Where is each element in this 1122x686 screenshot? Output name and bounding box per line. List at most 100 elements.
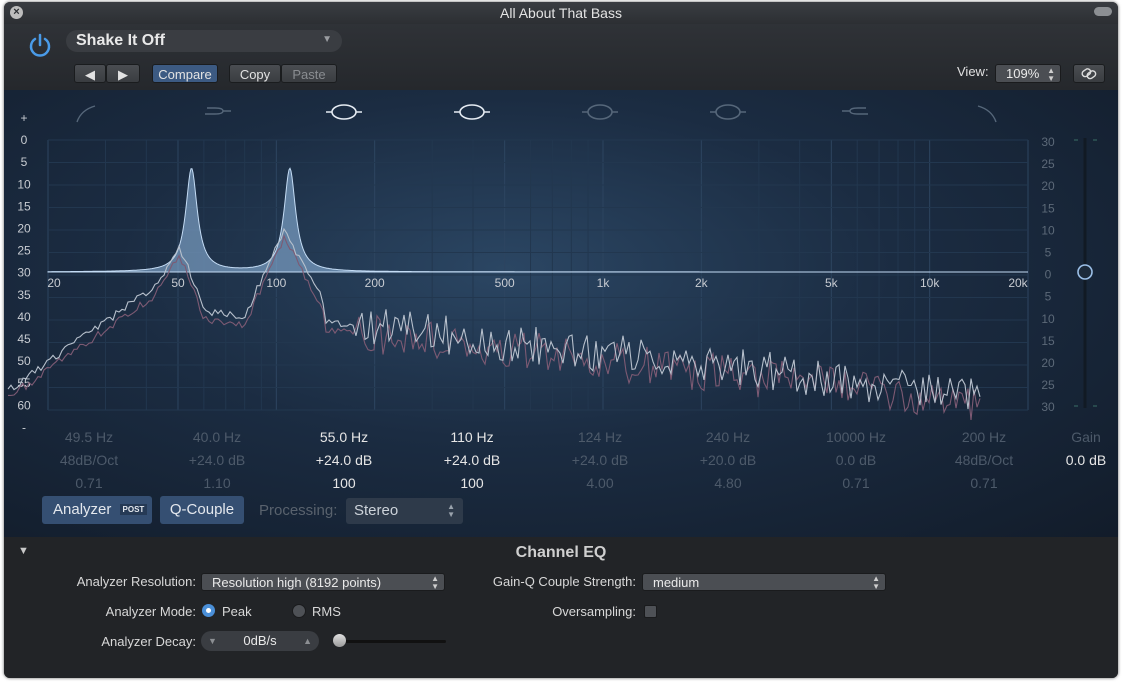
gain-scale-label: 25	[1041, 157, 1055, 171]
db-scale-label: -	[22, 420, 26, 434]
analyzer-resolution-select[interactable]: Resolution high (8192 points) ▲ ▼	[201, 573, 445, 591]
stepper-arrows-icon: ▲ ▼	[431, 574, 439, 591]
peak-label: Peak	[222, 604, 252, 619]
band-5-freq[interactable]: 124 Hz	[540, 426, 660, 449]
analyzer-decay-slider-thumb[interactable]	[333, 634, 346, 647]
analyzer-spectrum-pre	[8, 234, 981, 421]
db-scale-label: 0	[21, 133, 28, 147]
gain-q-couple-value: medium	[653, 575, 700, 590]
band-4-q[interactable]: 100	[412, 472, 532, 495]
frequency-label: 10k	[920, 276, 940, 290]
band-1-shape-icon	[76, 105, 96, 123]
title-bar[interactable]: × All About That Bass	[4, 2, 1118, 24]
band-2-freq[interactable]: 40.0 Hz	[157, 426, 277, 449]
frequency-label: 5k	[825, 276, 839, 290]
band-7-q[interactable]: 0.71	[796, 472, 916, 495]
band-3-params: 55.0 Hz +24.0 dB 100	[284, 426, 404, 495]
stepper-arrows-icon: ▲ ▼	[1047, 66, 1055, 83]
compare-button[interactable]: Compare	[152, 64, 218, 83]
next-preset-button[interactable]: ▶	[106, 64, 140, 83]
analyzer-spectrum-post	[7, 227, 981, 410]
band-6-freq[interactable]: 240 Hz	[668, 426, 788, 449]
band-5-gain[interactable]: +24.0 dB	[540, 449, 660, 472]
frequency-label: 20	[47, 276, 61, 290]
preset-menu[interactable]: Shake It Off ▼	[66, 30, 342, 52]
gain-scale-label: 20	[1041, 179, 1055, 193]
db-scale-label: +	[20, 111, 27, 125]
peak-radio[interactable]	[202, 604, 215, 617]
gain-scale-label: 0	[1045, 268, 1052, 282]
gain-value[interactable]: 0.0 dB	[1056, 449, 1116, 472]
gain-scale-label: 20	[1041, 356, 1055, 370]
db-scale-label: 25	[17, 244, 31, 258]
frequency-label: 100	[266, 276, 286, 290]
plugin-window: × All About That Bass Shake It Off ▼ ◀ ▶…	[4, 2, 1118, 678]
band-5-q[interactable]: 4.00	[540, 472, 660, 495]
gain-slider-thumb[interactable]	[1077, 264, 1093, 280]
band-1-gain[interactable]: 48dB/Oct	[29, 449, 149, 472]
processing-value: Stereo	[354, 502, 399, 519]
power-icon[interactable]	[26, 32, 54, 60]
view-zoom-select[interactable]: 109% ▲ ▼	[995, 64, 1061, 83]
eq-graph[interactable]: +0 5 10 15 20 25 30 35 40 45 50 55 60-30 25 20 15 10 5 0 5 1…	[4, 90, 1118, 537]
gain-scale-label: 30	[1041, 135, 1055, 149]
link-button[interactable]	[1073, 64, 1105, 83]
preset-name: Shake It Off	[76, 32, 165, 49]
frequency-label: 50	[171, 276, 185, 290]
post-badge[interactable]: POST	[119, 504, 148, 515]
analyzer-button[interactable]: Analyzer POST	[42, 496, 152, 524]
increment-arrow-icon[interactable]: ▲	[303, 631, 312, 651]
band-7-gain[interactable]: 0.0 dB	[796, 449, 916, 472]
band-3-freq[interactable]: 55.0 Hz	[284, 426, 404, 449]
processing-select[interactable]: Stereo ▲ ▼	[346, 498, 463, 524]
db-scale-label: 60	[17, 398, 31, 412]
band-4-gain[interactable]: +24.0 dB	[412, 449, 532, 472]
band-8-gain[interactable]: 48dB/Oct	[924, 449, 1044, 472]
band-7-shape-icon	[842, 107, 868, 115]
band-8-params: 200 Hz 48dB/Oct 0.71	[924, 426, 1044, 495]
gain-scale-label: 15	[1041, 201, 1055, 215]
analyzer-resolution-label: Analyzer Resolution:	[76, 574, 196, 589]
band-2-shape-icon	[205, 107, 231, 115]
band-4-freq[interactable]: 110 Hz	[412, 426, 532, 449]
settings-panel: ▼ Channel EQ Analyzer Resolution: Resolu…	[4, 537, 1118, 678]
q-couple-button[interactable]: Q-Couple	[160, 496, 244, 524]
band-1-q[interactable]: 0.71	[29, 472, 149, 495]
analyzer-decay-slider[interactable]	[336, 640, 446, 643]
db-scale-label: 15	[17, 199, 31, 213]
band-7-params: 10000 Hz 0.0 dB 0.71	[796, 426, 916, 495]
band-3-q[interactable]: 100	[284, 472, 404, 495]
band-6-q[interactable]: 4.80	[668, 472, 788, 495]
window-resize-button[interactable]	[1094, 7, 1112, 16]
band-2-gain[interactable]: +24.0 dB	[157, 449, 277, 472]
analyzer-mode-label: Analyzer Mode:	[105, 604, 196, 619]
band-1-freq[interactable]: 49.5 Hz	[29, 426, 149, 449]
link-icon	[1081, 68, 1097, 80]
band-5-params: 124 Hz +24.0 dB 4.00	[540, 426, 660, 495]
previous-preset-button[interactable]: ◀	[74, 64, 106, 83]
window-title: All About That Bass	[500, 5, 622, 21]
rms-radio[interactable]	[292, 604, 306, 618]
oversampling-checkbox[interactable]	[644, 605, 657, 618]
decrement-arrow-icon[interactable]: ▼	[208, 631, 217, 651]
band-8-freq[interactable]: 200 Hz	[924, 426, 1044, 449]
gain-q-couple-select[interactable]: medium ▲ ▼	[642, 573, 886, 591]
band-4-shape-icon	[459, 104, 485, 120]
gain-scale-label: 15	[1041, 334, 1055, 348]
band-8-q[interactable]: 0.71	[924, 472, 1044, 495]
db-scale-label: 30	[17, 266, 31, 280]
paste-button[interactable]: Paste	[281, 64, 337, 83]
stepper-arrows-icon: ▲ ▼	[447, 502, 455, 519]
band-2-q[interactable]: 1.10	[157, 472, 277, 495]
frequency-label: 20k	[1008, 276, 1028, 290]
band-7-freq[interactable]: 10000 Hz	[796, 426, 916, 449]
gain-scale-label: 5	[1045, 290, 1052, 304]
triangle-right-icon: ▶	[118, 67, 128, 82]
analyzer-decay-value: 0dB/s	[243, 633, 277, 648]
db-scale-label: 10	[17, 177, 31, 191]
copy-button[interactable]: Copy	[229, 64, 281, 83]
band-8-shape-icon	[977, 105, 997, 123]
analyzer-decay-field[interactable]: ▼ 0dB/s ▲	[201, 631, 319, 651]
band-6-gain[interactable]: +20.0 dB	[668, 449, 788, 472]
band-3-gain[interactable]: +24.0 dB	[284, 449, 404, 472]
